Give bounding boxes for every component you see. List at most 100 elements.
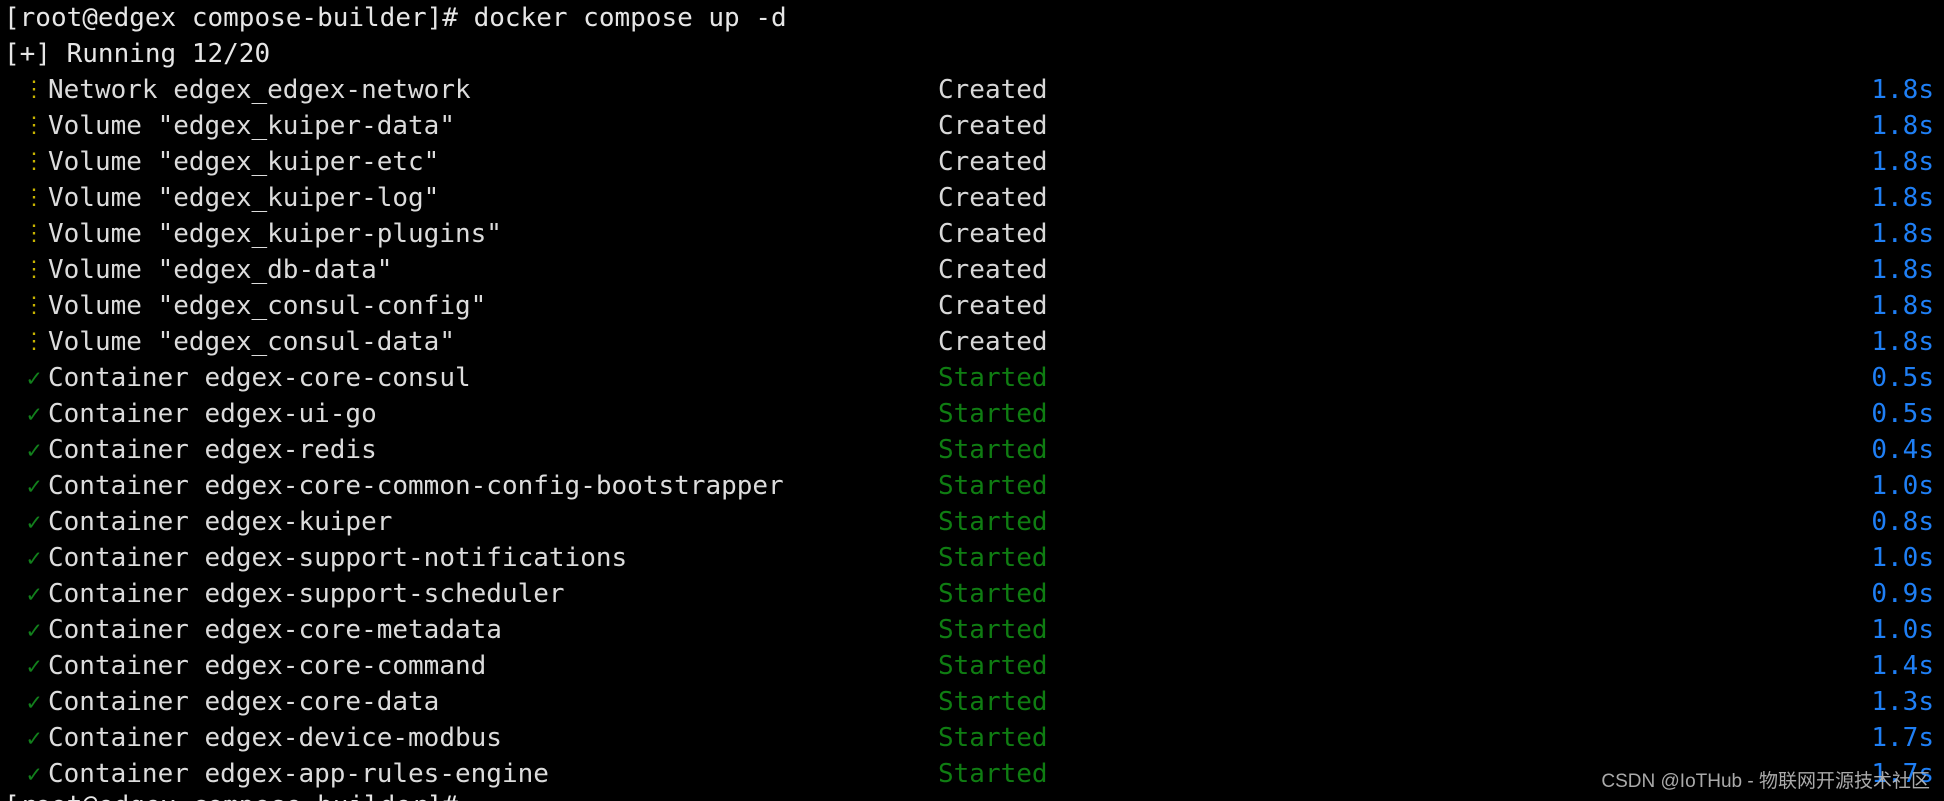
compose-resource-row: ✓ Container edgex-support-notifications St… xyxy=(0,540,1944,576)
resource-status: Started xyxy=(938,723,1048,753)
resource-name: Volume "edgex_kuiper-log" xyxy=(48,183,440,213)
check-icon: ✓ xyxy=(26,508,42,536)
compose-resource-row: ⋮ Volume "edgex_consul-config" Created 1.8s xyxy=(0,288,1944,324)
check-icon: ✓ xyxy=(26,760,42,788)
compose-resource-row: ⋮ Network edgex_edgex-network Created 1.8s xyxy=(0,72,1944,108)
resource-status: Created xyxy=(938,255,1048,285)
compose-resource-row: ✓ Container edgex-kuiper Started 0.8s xyxy=(0,504,1944,540)
resource-name: Container edgex-redis xyxy=(48,435,377,465)
pending-dots-icon: ⋮ xyxy=(23,221,45,246)
resource-elapsed-time: 1.8s xyxy=(1871,291,1934,321)
shell-prompt-trailing-line: [root@edgex compose-builder]# xyxy=(4,788,458,801)
compose-resource-list: ⋮ Network edgex_edgex-network Created 1.8s ⋮… xyxy=(0,72,1944,792)
compose-running-summary: [+] Running 12/20 xyxy=(4,39,271,69)
pending-dots-icon: ⋮ xyxy=(23,113,45,138)
resource-status: Started xyxy=(938,399,1048,429)
resource-elapsed-time: 1.8s xyxy=(1871,183,1934,213)
resource-status: Started xyxy=(938,543,1048,573)
resource-elapsed-time: 1.0s xyxy=(1871,471,1934,501)
compose-resource-row: ✓ Container edgex-core-metadata Started 1.0… xyxy=(0,612,1944,648)
resource-elapsed-time: 0.8s xyxy=(1871,507,1934,537)
resource-name: Container edgex-support-notifications xyxy=(48,543,628,573)
resource-name: Volume "edgex_consul-config" xyxy=(48,291,487,321)
resource-status: Created xyxy=(938,183,1048,213)
resource-name: Container edgex-support-scheduler xyxy=(48,579,565,609)
resource-elapsed-time: 1.0s xyxy=(1871,543,1934,573)
resource-elapsed-time: 0.5s xyxy=(1871,363,1934,393)
pending-dots-icon: ⋮ xyxy=(23,185,45,210)
resource-name: Container edgex-core-metadata xyxy=(48,615,502,645)
compose-resource-row: ✓ Container edgex-ui-go Started 0.5s xyxy=(0,396,1944,432)
check-icon: ✓ xyxy=(26,724,42,752)
resource-status: Started xyxy=(938,615,1048,645)
pending-dots-icon: ⋮ xyxy=(23,293,45,318)
resource-status: Started xyxy=(938,507,1048,537)
resource-status: Created xyxy=(938,75,1048,105)
resource-status: Started xyxy=(938,579,1048,609)
check-icon: ✓ xyxy=(26,616,42,644)
resource-name: Container edgex-core-data xyxy=(48,687,440,717)
resource-name: Network edgex_edgex-network xyxy=(48,75,471,105)
resource-elapsed-time: 0.5s xyxy=(1871,399,1934,429)
resource-status: Created xyxy=(938,147,1048,177)
compose-resource-row: ✓ Container edgex-core-common-config-boot… xyxy=(0,468,1944,504)
resource-name: Container edgex-core-consul xyxy=(48,363,471,393)
resource-elapsed-time: 1.4s xyxy=(1871,651,1934,681)
compose-resource-row: ⋮ Volume "edgex_kuiper-plugins" Created 1.8… xyxy=(0,216,1944,252)
csdn-watermark: CSDN @IoTHub - 物联网开源技术社区 xyxy=(1601,771,1930,792)
resource-status: Created xyxy=(938,327,1048,357)
compose-resource-row: ⋮ Volume "edgex_consul-data" Created 1.8s xyxy=(0,324,1944,360)
resource-elapsed-time: 1.8s xyxy=(1871,219,1934,249)
resource-name: Container edgex-kuiper xyxy=(48,507,393,537)
resource-elapsed-time: 1.8s xyxy=(1871,327,1934,357)
check-icon: ✓ xyxy=(26,580,42,608)
compose-resource-row: ✓ Container edgex-redis Started 0.4s xyxy=(0,432,1944,468)
resource-elapsed-time: 1.0s xyxy=(1871,615,1934,645)
compose-resource-row: ⋮ Volume "edgex_kuiper-data" Created 1.8s xyxy=(0,108,1944,144)
resource-name: Container edgex-core-command xyxy=(48,651,487,681)
resource-name: Volume "edgex_kuiper-data" xyxy=(48,111,455,141)
resource-name: Volume "edgex_kuiper-plugins" xyxy=(48,219,502,249)
resource-status: Created xyxy=(938,219,1048,249)
resource-elapsed-time: 0.4s xyxy=(1871,435,1934,465)
resource-name: Container edgex-core-common-config-boots… xyxy=(48,471,784,501)
check-icon: ✓ xyxy=(26,544,42,572)
check-icon: ✓ xyxy=(26,652,42,680)
compose-resource-row: ⋮ Volume "edgex_kuiper-etc" Created 1.8s xyxy=(0,144,1944,180)
compose-resource-row: ⋮ Volume "edgex_kuiper-log" Created 1.8s xyxy=(0,180,1944,216)
resource-status: Started xyxy=(938,435,1048,465)
check-icon: ✓ xyxy=(26,688,42,716)
resource-elapsed-time: 1.8s xyxy=(1871,111,1934,141)
resource-elapsed-time: 1.8s xyxy=(1871,147,1934,177)
resource-status: Started xyxy=(938,471,1048,501)
check-icon: ✓ xyxy=(26,400,42,428)
pending-dots-icon: ⋮ xyxy=(23,149,45,174)
resource-name: Volume "edgex_kuiper-etc" xyxy=(48,147,440,177)
resource-status: Started xyxy=(938,687,1048,717)
compose-resource-row: ✓ Container edgex-core-consul Started 0.5s xyxy=(0,360,1944,396)
resource-name: Container edgex-app-rules-engine xyxy=(48,759,549,789)
resource-elapsed-time: 1.8s xyxy=(1871,255,1934,285)
compose-resource-row: ✓ Container edgex-support-scheduler Starte… xyxy=(0,576,1944,612)
check-icon: ✓ xyxy=(26,472,42,500)
resource-elapsed-time: 1.3s xyxy=(1871,687,1934,717)
resource-status: Started xyxy=(938,363,1048,393)
resource-status: Created xyxy=(938,291,1048,321)
resource-elapsed-time: 0.9s xyxy=(1871,579,1934,609)
resource-elapsed-time: 1.8s xyxy=(1871,75,1934,105)
pending-dots-icon: ⋮ xyxy=(23,77,45,102)
resource-elapsed-time: 1.7s xyxy=(1871,723,1934,753)
compose-resource-row: ✓ Container edgex-device-modbus Started 1.7… xyxy=(0,720,1944,756)
resource-status: Created xyxy=(938,111,1048,141)
resource-status: Started xyxy=(938,651,1048,681)
resource-name: Volume "edgex_db-data" xyxy=(48,255,393,285)
pending-dots-icon: ⋮ xyxy=(23,257,45,282)
compose-resource-row: ✓ Container edgex-core-command Started 1.4s xyxy=(0,648,1944,684)
check-icon: ✓ xyxy=(26,436,42,464)
resource-name: Volume "edgex_consul-data" xyxy=(48,327,455,357)
terminal-window[interactable]: [root@edgex compose-builder]# docker com… xyxy=(0,0,1944,801)
pending-dots-icon: ⋮ xyxy=(23,329,45,354)
compose-resource-row: ✓ Container edgex-core-data Started 1.3s xyxy=(0,684,1944,720)
shell-prompt-command-line: [root@edgex compose-builder]# docker com… xyxy=(4,3,787,33)
check-icon: ✓ xyxy=(26,364,42,392)
